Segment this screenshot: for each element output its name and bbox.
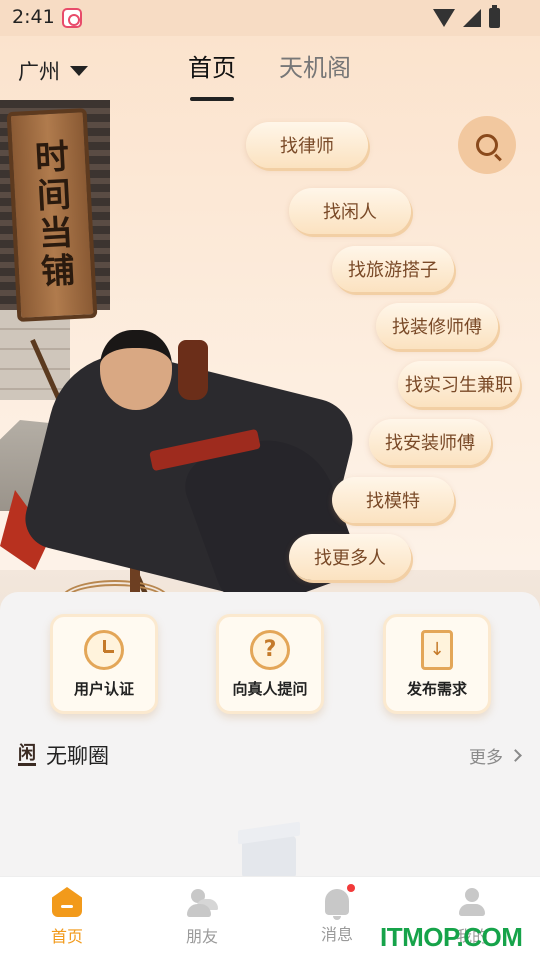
signboard-text: 时间当铺 [27, 138, 76, 292]
action-label: 用户认证 [73, 679, 134, 698]
wine-bottle-illustration [178, 340, 208, 400]
tag-installer[interactable]: 找安装师傅 [369, 419, 491, 465]
battery-icon [489, 5, 500, 28]
document-icon: ↓ [421, 629, 453, 670]
empty-box-icon [238, 818, 300, 878]
tag-renovation-worker[interactable]: 找装修师傅 [376, 303, 498, 349]
friends-icon [187, 887, 217, 917]
tag-travel-buddy[interactable]: 找旅游搭子 [332, 246, 454, 292]
unread-dot [347, 884, 355, 892]
tag-lawyer[interactable]: 找律师 [246, 122, 368, 168]
shop-signboard: 时间当铺 [6, 108, 98, 322]
top-nav: 广州 首页 天机阁 [0, 36, 540, 101]
post-request-button[interactable]: ↓ 发布需求 [383, 614, 491, 714]
search-icon [476, 134, 498, 156]
watermark: ITMOP.COM [380, 922, 523, 952]
city-selector[interactable]: 广州 [18, 56, 88, 86]
hero-banner: 广州 首页 天机阁 时间当铺 找律师 找闲人 找旅游搭子 找装修师傅 找实习生兼… [0, 36, 540, 616]
content-panel: 用户认证 ? 向真人提问 ↓ 发布需求 闲 无聊圈 更多 [0, 592, 540, 882]
tabbar-messages[interactable]: 消息 [297, 884, 377, 945]
chevron-right-icon [509, 749, 522, 762]
more-label: 更多 [469, 748, 503, 768]
tabbar-label: 朋友 [185, 927, 218, 946]
tabbar-label: 首页 [50, 927, 83, 946]
status-time: 2:41 [12, 6, 55, 28]
search-button[interactable] [458, 116, 516, 174]
tag-model[interactable]: 找模特 [332, 477, 454, 523]
caret-down-icon [70, 66, 88, 76]
user-verification-button[interactable]: 用户认证 [50, 614, 158, 714]
bell-icon [325, 884, 355, 920]
tabbar-home[interactable]: 首页 [27, 887, 107, 947]
wall-illustration [0, 310, 70, 400]
tabbar-label: 消息 [320, 925, 353, 944]
tag-idle-person[interactable]: 找闲人 [289, 188, 411, 234]
question-clock-icon: ? [250, 629, 290, 670]
tag-intern[interactable]: 找实习生兼职 [398, 361, 520, 407]
xian-logo-icon: 闲 [18, 742, 36, 766]
home-icon [52, 887, 82, 917]
signal-icon [463, 9, 481, 27]
section-title: 无聊圈 [46, 744, 109, 768]
city-label: 广州 [18, 60, 60, 84]
tabbar-friends[interactable]: 朋友 [162, 887, 242, 947]
swordsman-head-illustration [100, 330, 172, 410]
notification-app-icon [62, 8, 82, 28]
user-icon [457, 887, 487, 917]
section-header: 闲 无聊圈 更多 [18, 740, 524, 770]
action-label: 向真人提问 [232, 679, 308, 698]
ask-real-person-button[interactable]: ? 向真人提问 [216, 614, 324, 714]
tab-tianji[interactable]: 天机阁 [279, 48, 351, 83]
more-link[interactable]: 更多 [469, 743, 522, 768]
clock-coin-icon [84, 629, 124, 670]
tag-more-people[interactable]: 找更多人 [289, 534, 411, 580]
hero-illustration: 时间当铺 [0, 100, 540, 616]
action-label: 发布需求 [406, 679, 467, 698]
status-icons [433, 5, 500, 29]
status-bar: 2:41 [0, 0, 540, 36]
tab-home[interactable]: 首页 [188, 48, 236, 101]
wifi-icon [433, 9, 455, 27]
